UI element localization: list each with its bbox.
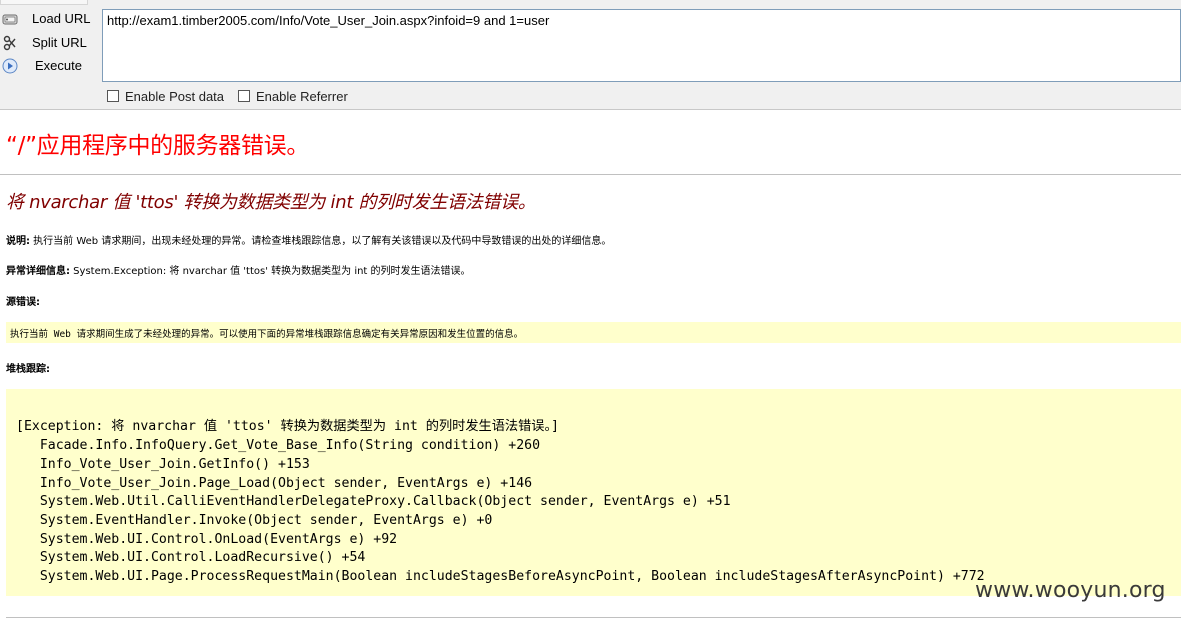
source-error-label: 源错误: [6, 297, 40, 308]
toolbar-top-strip [0, 0, 88, 5]
exception-text: System.Exception: 将 nvarchar 值 'ttos' 转换… [70, 266, 471, 277]
split-url-label: Split URL [32, 35, 87, 50]
stack-trace-line: System.Web.UI.Control.OnLoad(EventArgs e… [16, 532, 398, 547]
description-text: 执行当前 Web 请求期间，出现未经处理的异常。请检查堆栈跟踪信息，以了解有关该… [30, 236, 612, 247]
stack-trace-line: Info_Vote_User_Join.GetInfo() +153 [16, 457, 310, 472]
stack-trace-line: System.EventHandler.Invoke(Object sender… [16, 513, 493, 528]
url-input[interactable]: http://exam1.timber2005.com/Info/Vote_Us… [102, 9, 1181, 82]
checkbox-box[interactable] [107, 90, 119, 102]
source-error-box: 执行当前 Web 请求期间生成了未经处理的异常。可以使用下面的异常堆栈跟踪信息确… [6, 322, 1181, 343]
stack-trace-heading: 堆栈跟踪: [6, 360, 50, 375]
title-divider [0, 174, 1181, 175]
stack-trace-label: 堆栈跟踪: [6, 364, 50, 375]
stack-trace-box: [Exception: 将 nvarchar 值 'ttos' 转换为数据类型为… [6, 389, 1181, 596]
source-error-heading: 源错误: [6, 293, 40, 308]
exception-details-paragraph: 异常详细信息: System.Exception: 将 nvarchar 值 '… [6, 262, 471, 277]
bottom-divider [6, 617, 1181, 618]
split-url-icon [2, 35, 18, 51]
error-subtitle: 将 nvarchar 值 'ttos' 转换为数据类型为 int 的列时发生语法… [6, 192, 536, 213]
stack-trace-line: Facade.Info.InfoQuery.Get_Vote_Base_Info… [16, 438, 541, 453]
load-url-icon [2, 11, 18, 27]
enable-post-data-checkbox[interactable]: Enable Post data [107, 89, 224, 105]
execute-label: Execute [35, 58, 82, 73]
stack-trace-line: System.Web.Util.CalliEventHandlerDelegat… [16, 494, 731, 509]
split-url-button[interactable]: Split URL [0, 32, 98, 54]
hackbar-toolbar: Load URL Split URL Execute http://exam1.… [0, 0, 1181, 110]
watermark: www.wooyun.org [975, 578, 1166, 603]
page-title: “/”应用程序中的服务器错误。 [6, 133, 310, 159]
execute-icon [2, 58, 18, 74]
exception-label: 异常详细信息: [6, 266, 70, 277]
enable-post-data-label: Enable Post data [125, 89, 225, 104]
load-url-button[interactable]: Load URL [0, 8, 98, 30]
stack-trace-line: [Exception: 将 nvarchar 值 'ttos' 转换为数据类型为… [16, 419, 559, 434]
stack-trace-line: Info_Vote_User_Join.Page_Load(Object sen… [16, 476, 533, 491]
description-paragraph: 说明: 执行当前 Web 请求期间，出现未经处理的异常。请检查堆栈跟踪信息，以了… [6, 232, 611, 247]
enable-referrer-checkbox[interactable]: Enable Referrer [238, 89, 348, 105]
checkbox-box[interactable] [238, 90, 250, 102]
load-url-label: Load URL [32, 11, 91, 26]
stack-trace-line: System.Web.UI.Control.LoadRecursive() +5… [16, 550, 366, 565]
description-label: 说明: [6, 236, 30, 247]
enable-referrer-label: Enable Referrer [256, 89, 348, 104]
stack-trace-line: System.Web.UI.Page.ProcessRequestMain(Bo… [16, 569, 985, 584]
execute-button[interactable]: Execute [0, 55, 98, 77]
